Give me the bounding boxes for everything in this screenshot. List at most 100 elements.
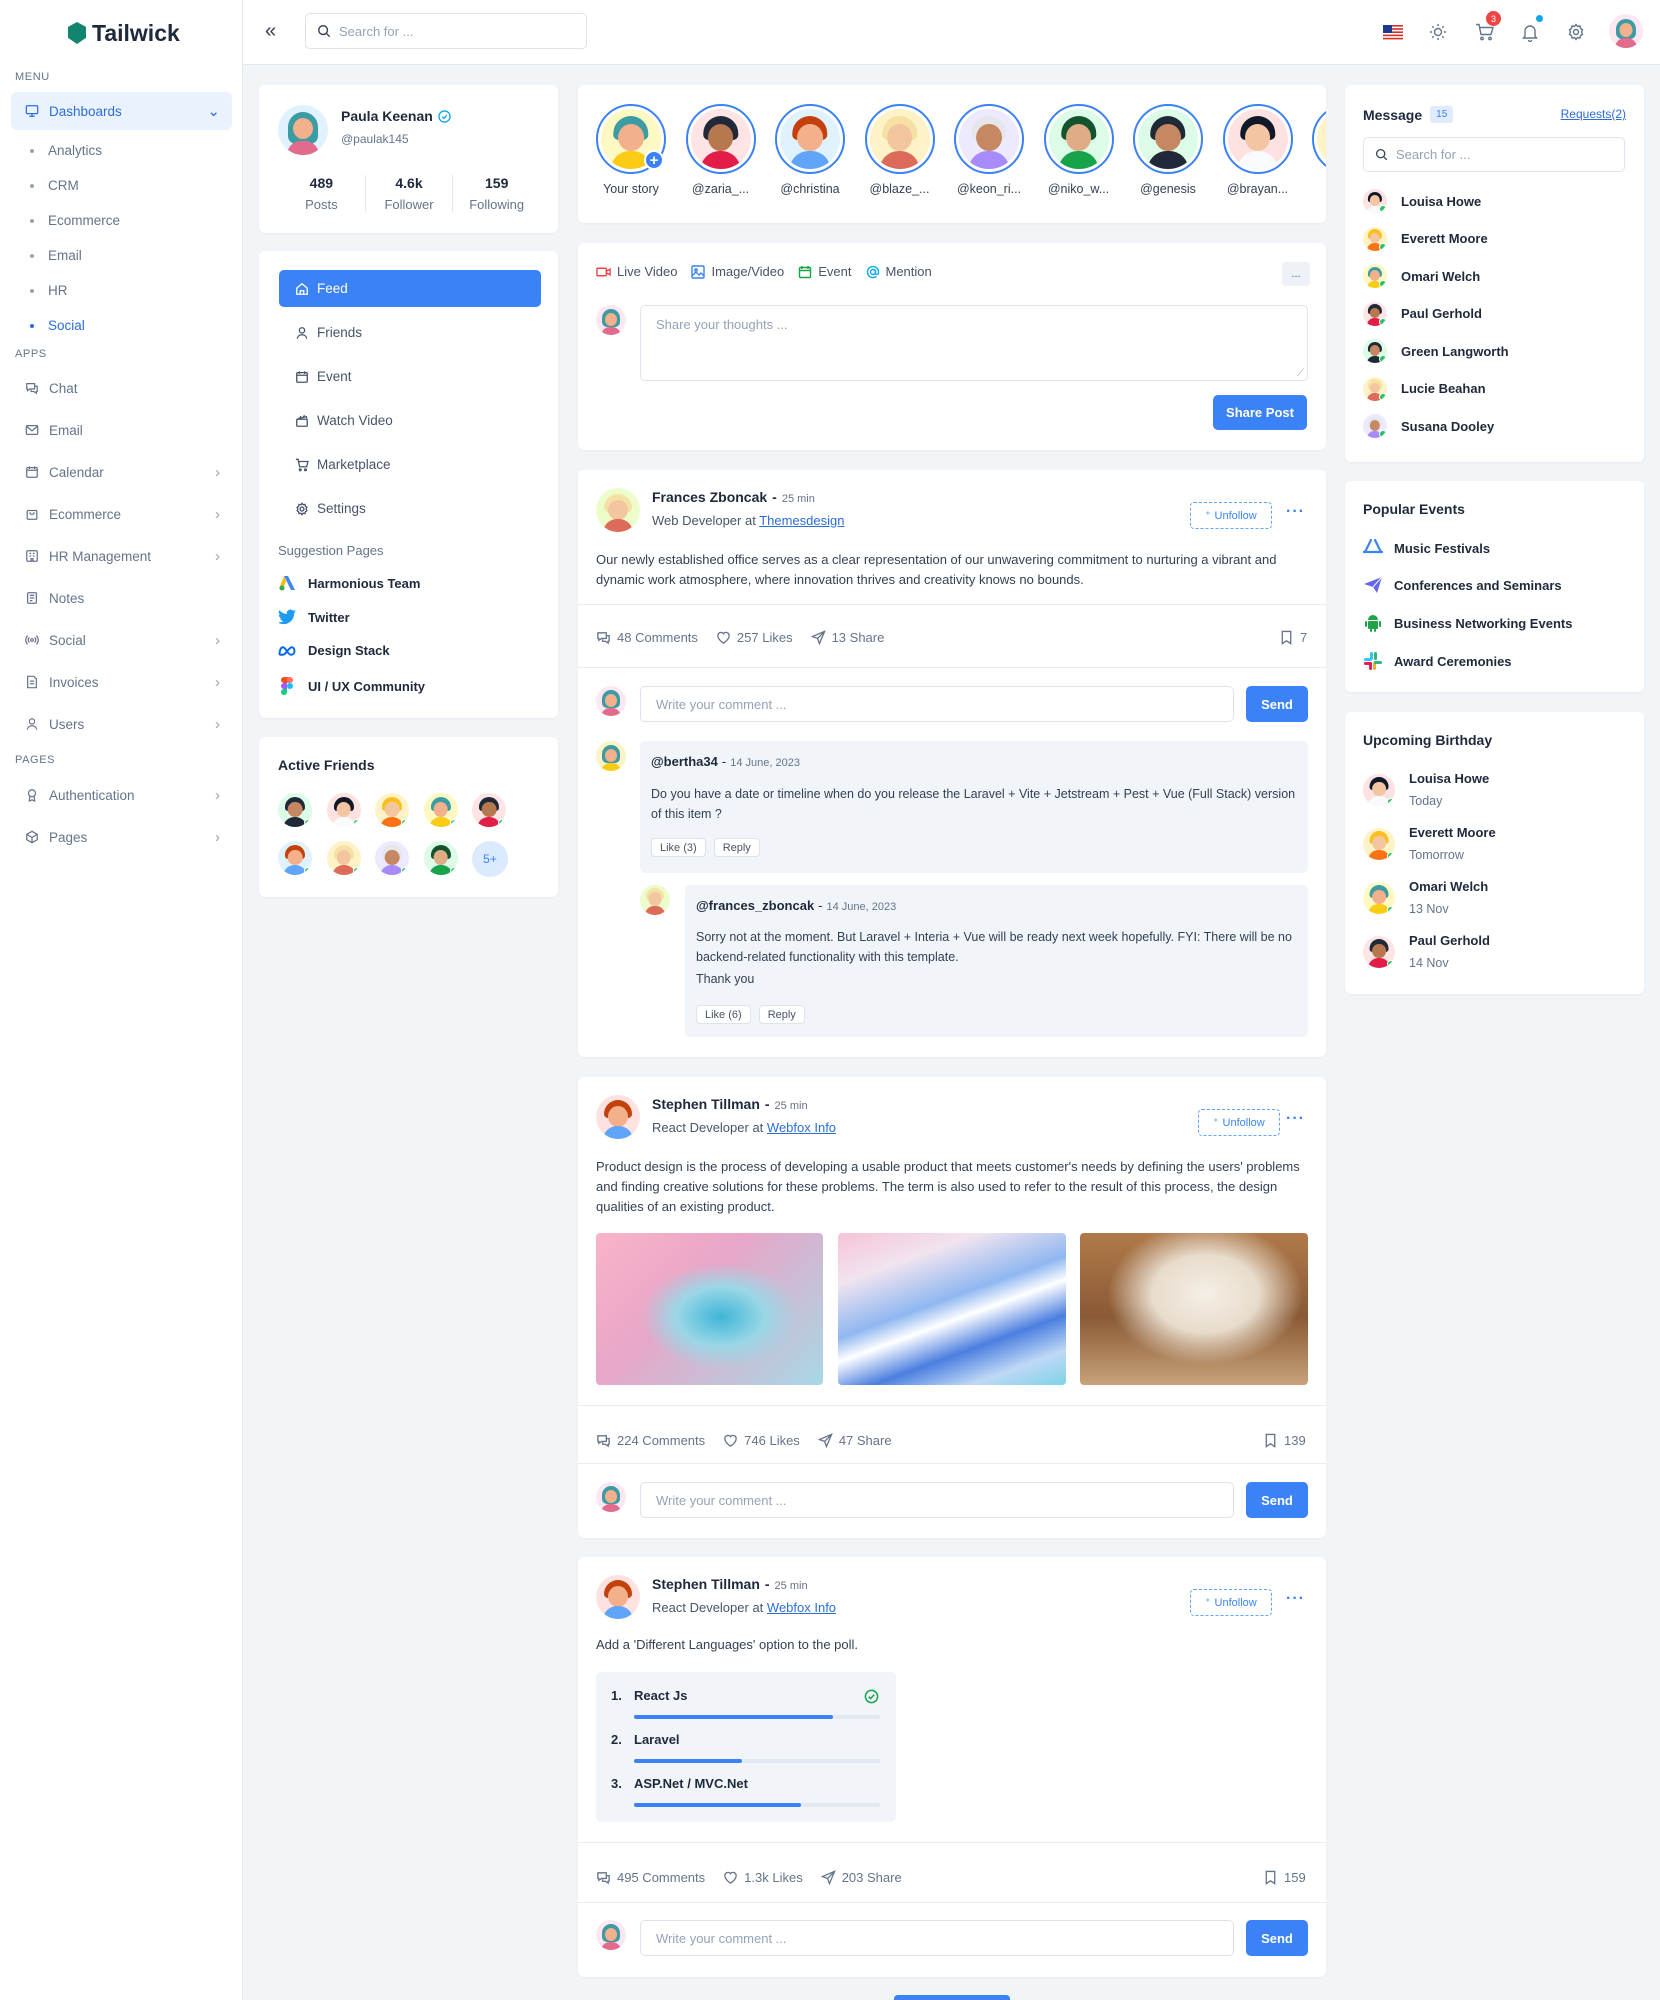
sidebar-sub-social[interactable]: Social <box>30 318 85 333</box>
sidebar-item-invoices[interactable]: Invoices › <box>11 663 232 701</box>
event-conferences[interactable]: Conferences and Seminars <box>1363 576 1562 594</box>
send-icon[interactable] <box>810 630 826 645</box>
sidebar-sub-email[interactable]: Email <box>30 248 82 263</box>
heart-icon[interactable] <box>716 630 731 645</box>
sidebar-item-email[interactable]: Email <box>11 411 232 449</box>
post-author-name[interactable]: Stephen Tillman <box>652 1576 760 1592</box>
story-item[interactable]: @ <box>1312 104 1326 196</box>
reply-author-avatar[interactable] <box>640 885 670 915</box>
contact-avatar[interactable] <box>1363 339 1387 363</box>
sidebar-item-notes[interactable]: Notes <box>11 579 232 617</box>
sidebar-item-chat[interactable]: Chat <box>11 369 232 407</box>
suggestion-twitter[interactable]: Twitter <box>278 609 350 625</box>
unfollow-button[interactable]: ⁺ Unfollow <box>1198 1109 1280 1136</box>
share-post-button[interactable]: Share Post <box>1213 395 1307 430</box>
contact-avatar[interactable] <box>1363 376 1387 401</box>
message-contact[interactable]: Everett Moore <box>1363 226 1488 251</box>
us-flag-icon[interactable] <box>1381 20 1405 44</box>
brand-logo[interactable]: Tailwick <box>68 18 180 48</box>
post-bookmarks[interactable]: 7 <box>1279 630 1307 645</box>
shares-count[interactable]: 13 Share <box>832 630 885 645</box>
shares-count[interactable]: 47 Share <box>839 1433 892 1448</box>
post-author-company-link[interactable]: Webfox Info <box>767 1600 836 1615</box>
story-item[interactable]: + Your story <box>596 104 666 196</box>
cart-icon[interactable]: 3 <box>1472 11 1501 44</box>
event-business-networking[interactable]: Business Networking Events <box>1363 613 1572 633</box>
sidebar-sub-hr[interactable]: HR <box>30 283 68 298</box>
event-award-ceremonies[interactable]: Award Ceremonies <box>1363 651 1512 671</box>
post-more-icon[interactable]: ··· <box>1286 1110 1305 1128</box>
bell-icon[interactable] <box>1518 15 1543 44</box>
post-bookmarks[interactable]: 139 <box>1263 1433 1306 1448</box>
post-image-2[interactable] <box>838 1233 1066 1385</box>
message-contact[interactable]: Susana Dooley <box>1363 414 1494 438</box>
comment-input[interactable]: Write your comment ... <box>640 1482 1234 1518</box>
message-contact[interactable]: Louisa Howe <box>1363 189 1481 213</box>
composer-textarea[interactable]: Share your thoughts ... ⟋ <box>640 305 1308 381</box>
stat-following[interactable]: 159 Following <box>453 175 540 212</box>
requests-link[interactable]: Requests(2) <box>1561 107 1626 121</box>
story-item[interactable]: @brayan... <box>1222 104 1293 196</box>
active-friend-avatar[interactable] <box>423 841 458 875</box>
comment-reply-button[interactable]: Reply <box>713 838 760 857</box>
sidebar-item-users[interactable]: Users › <box>11 705 232 743</box>
comments-count[interactable]: 224 Comments <box>617 1433 705 1448</box>
poll-option-label[interactable]: ASP.Net / MVC.Net <box>634 1776 748 1791</box>
send-comment-button[interactable]: Send <box>1246 1920 1308 1956</box>
poll-option-label[interactable]: Laravel <box>634 1732 680 1747</box>
unfollow-button[interactable]: ⁺ Unfollow <box>1190 1589 1272 1616</box>
stat-posts[interactable]: 489 Posts <box>278 175 366 212</box>
unfollow-button[interactable]: ⁺ Unfollow <box>1190 502 1272 529</box>
contact-avatar[interactable] <box>1363 189 1387 213</box>
active-friend-avatar[interactable] <box>326 841 361 875</box>
send-icon[interactable] <box>820 1870 836 1885</box>
birthday-avatar[interactable] <box>1363 935 1395 968</box>
contact-avatar[interactable] <box>1363 264 1387 288</box>
comments-count[interactable]: 48 Comments <box>617 630 698 645</box>
sidebar-item-social[interactable]: Social › <box>11 621 232 659</box>
contact-avatar[interactable] <box>1363 301 1387 326</box>
comments-count[interactable]: 495 Comments <box>617 1870 705 1885</box>
comment-input[interactable]: Write your comment ... <box>640 1920 1234 1956</box>
birthday-item[interactable]: Paul Gerhold 14 Nov <box>1363 933 1490 970</box>
post-image-1[interactable] <box>596 1233 823 1385</box>
nav-event[interactable]: Event <box>279 358 541 395</box>
sun-icon[interactable] <box>1426 20 1450 44</box>
tab-live-video[interactable]: Live Video <box>596 264 677 279</box>
reply-reply-button[interactable]: Reply <box>758 1005 805 1024</box>
user-avatar[interactable] <box>1609 14 1643 48</box>
nav-feed[interactable]: Feed <box>279 270 541 307</box>
active-friend-avatar[interactable] <box>278 841 312 875</box>
reply-author[interactable]: @frances_zboncak <box>696 898 814 913</box>
post-author-avatar[interactable] <box>596 488 640 532</box>
active-friend-avatar[interactable] <box>326 793 361 827</box>
story-item[interactable]: @blaze_... <box>864 104 935 196</box>
more-friends-badge[interactable]: 5+ <box>472 841 508 877</box>
likes-count[interactable]: 746 Likes <box>744 1433 800 1448</box>
tab-event[interactable]: Event <box>798 264 852 279</box>
story-item[interactable]: @genesis <box>1133 104 1203 196</box>
sidebar-item-hr-management[interactable]: HR Management › <box>11 537 232 575</box>
message-contact[interactable]: Lucie Beahan <box>1363 376 1486 401</box>
contact-avatar[interactable] <box>1363 414 1387 438</box>
sidebar-item-calendar[interactable]: Calendar › <box>11 453 232 491</box>
nav-settings[interactable]: Settings <box>279 490 541 527</box>
sidebar-item-dashboards[interactable]: Dashboards ⌄ <box>11 92 232 130</box>
active-friend-avatar[interactable] <box>423 793 458 827</box>
send-comment-button[interactable]: Send <box>1246 1482 1308 1518</box>
birthday-avatar[interactable] <box>1363 881 1395 914</box>
gear-icon[interactable] <box>1564 20 1588 44</box>
add-story-icon[interactable]: + <box>644 150 664 170</box>
birthday-item[interactable]: Omari Welch 13 Nov <box>1363 879 1488 916</box>
comment-author[interactable]: @bertha34 <box>651 754 718 769</box>
messages-search-input[interactable]: Search for ... <box>1363 137 1625 172</box>
sidebar-item-ecommerce[interactable]: Ecommerce › <box>11 495 232 533</box>
post-author-avatar[interactable] <box>596 1095 640 1139</box>
post-author-avatar[interactable] <box>596 1575 640 1619</box>
tab-image-video[interactable]: Image/Video <box>691 264 784 279</box>
post-image-3[interactable] <box>1080 1233 1308 1385</box>
comment-like-button[interactable]: Like (3) <box>651 838 706 857</box>
birthday-item[interactable]: Louisa Howe Today <box>1363 771 1489 808</box>
composer-more-button[interactable]: ... <box>1282 262 1310 286</box>
stat-follower[interactable]: 4.6k Follower <box>366 175 454 212</box>
